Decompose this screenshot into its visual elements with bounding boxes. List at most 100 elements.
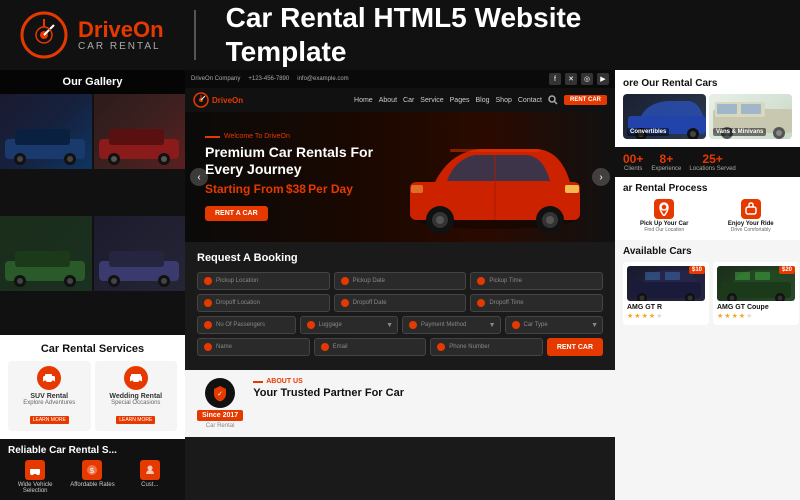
name-field[interactable]: Name <box>197 338 310 356</box>
phone-field[interactable]: Phone Number <box>430 338 543 356</box>
wedding-desc: Special Occasions <box>100 400 173 408</box>
step2-desc: Drive Comfortably <box>710 227 793 234</box>
passengers-icon <box>204 321 212 329</box>
search-icon[interactable] <box>548 95 558 105</box>
mockup-nav: DriveOn Home About Car Service Pages Blo… <box>185 88 615 112</box>
gallery-image-4[interactable] <box>94 216 186 291</box>
email-address: info@example.com <box>297 76 348 82</box>
vertical-divider <box>194 10 196 60</box>
dropoff-time-field[interactable]: Dropoff Time <box>470 294 603 312</box>
about-icon-area: ✓ Since 2017 Car Rental <box>197 378 243 429</box>
car2-rating: ★ ★ ★ ★ ★ <box>717 312 795 320</box>
youtube-icon[interactable]: ▶ <box>597 73 609 85</box>
learn-more-wedding[interactable]: LEARN MORE <box>116 416 155 424</box>
available-car-2[interactable]: $20 AMG GT Coupe <box>713 262 799 325</box>
nav-pages[interactable]: Pages <box>450 97 470 104</box>
vehicle-label: Wide Vehicle Selection <box>8 482 62 494</box>
pickup-time-field[interactable]: Pickup Time <box>470 272 603 290</box>
experience-count: 8+ <box>651 152 681 166</box>
twitter-icon[interactable]: ✕ <box>565 73 577 85</box>
nav-about[interactable]: About <box>379 97 397 104</box>
luggage-icon <box>307 321 315 329</box>
facebook-icon[interactable]: f <box>549 73 561 85</box>
about-tag: ABOUT US <box>253 378 404 385</box>
top-header: DriveOn CAR RENTAL Car Rental HTML5 Webs… <box>0 0 800 70</box>
booking-submit-button[interactable]: RENT CAR <box>547 338 603 356</box>
car-categories: Convertibles Vans & Minivans <box>623 94 792 139</box>
instagram-icon[interactable]: ◎ <box>581 73 593 85</box>
logo-text: DriveOn CAR RENTAL <box>78 19 164 52</box>
hero-cta-button[interactable]: RENT A CAR <box>205 206 268 221</box>
passengers-label: No Of Passengers <box>216 322 265 328</box>
car-type-field[interactable]: Car Type ▼ <box>505 316 604 334</box>
mockup-logo: DriveOn <box>193 92 243 108</box>
email-field[interactable]: Email <box>314 338 427 356</box>
rental-cars-title: ore Our Rental Cars <box>623 78 792 89</box>
nav-blog[interactable]: Blog <box>476 97 490 104</box>
reliable-section: Reliable Car Rental S... Wide Vehicle Se… <box>0 439 185 500</box>
locations-label: Locations Served <box>689 166 735 172</box>
gallery-title: Our Gallery <box>0 70 185 94</box>
cust-label: Cust... <box>123 482 177 488</box>
convertibles-category[interactable]: Convertibles <box>623 94 706 139</box>
payment-dropdown-arrow: ▼ <box>489 322 496 329</box>
rent-car-button[interactable]: RENT CAR <box>564 95 607 105</box>
car-type-icon <box>512 321 520 329</box>
hero-next-arrow[interactable]: › <box>592 168 610 186</box>
available-cars-list: $10 AMG GT R <box>623 262 792 325</box>
service-card-wedding[interactable]: Wedding Rental Special Occasions LEARN M… <box>95 361 178 431</box>
available-car-1[interactable]: $10 AMG GT R <box>623 262 709 325</box>
right-panel: ore Our Rental Cars Convertibles <box>615 70 800 500</box>
website-mockup: DriveOn Company +123-456-7890 info@examp… <box>185 70 615 500</box>
star2: ★ <box>724 312 730 320</box>
title-line1: Car Rental HTML5 Website <box>226 2 582 33</box>
luggage-dropdown-arrow: ▼ <box>386 322 393 329</box>
dropoff-location-label: Dropoff Location <box>216 300 260 306</box>
nav-car[interactable]: Car <box>403 97 414 104</box>
process-steps: Pick Up Your Car Find Our Location Enjoy… <box>623 199 792 234</box>
pickup-date-field[interactable]: Pickup Date <box>334 272 467 290</box>
dropoff-date-field[interactable]: Dropoff Date <box>334 294 467 312</box>
car-type-dropdown-arrow: ▼ <box>591 322 598 329</box>
luggage-label: Luggage <box>319 322 342 328</box>
stats-row: 00+ Clients 8+ Experience 25+ Locations … <box>615 147 800 177</box>
center-panel: DriveOn Company +123-456-7890 info@examp… <box>185 70 615 500</box>
about-section-title: Your Trusted Partner For Car <box>253 387 404 399</box>
passengers-field[interactable]: No Of Passengers <box>197 316 296 334</box>
pickup-location-field[interactable]: Pickup Location <box>197 272 330 290</box>
gallery-image-3[interactable] <box>0 216 92 291</box>
clients-label: Clients <box>623 166 643 172</box>
payment-icon <box>409 321 417 329</box>
dropoff-date-icon <box>341 299 349 307</box>
luggage-field[interactable]: Luggage ▼ <box>300 316 399 334</box>
dropoff-location-field[interactable]: Dropoff Location <box>197 294 330 312</box>
clients-count: 00+ <box>623 152 643 166</box>
wedding-icon <box>124 366 148 390</box>
about-text-area: ABOUT US Your Trusted Partner For Car <box>253 378 404 399</box>
nav-shop[interactable]: Shop <box>496 97 512 104</box>
gallery-image-2[interactable] <box>94 94 186 169</box>
star4: ★ <box>649 312 655 320</box>
rates-icon: $ <box>82 460 102 480</box>
name-label: Name <box>216 344 232 350</box>
learn-more-suv[interactable]: LEARN MORE <box>30 416 69 424</box>
vans-category[interactable]: Vans & Minivans <box>709 94 792 139</box>
mockup-logo-icon <box>193 92 209 108</box>
process-title: ar Rental Process <box>623 183 792 194</box>
nav-contact[interactable]: Contact <box>518 97 542 104</box>
logo-part1: Drive <box>78 17 133 42</box>
reliable-features: Wide Vehicle Selection $ Affordable Rate… <box>8 460 177 494</box>
since-badge: Since 2017 <box>197 410 243 421</box>
location-pin-icon <box>657 202 671 216</box>
nav-home[interactable]: Home <box>354 97 373 104</box>
car1-rating: ★ ★ ★ ★ ★ <box>627 312 705 320</box>
dropoff-time-icon <box>477 299 485 307</box>
price-suffix: Per Day <box>308 182 353 196</box>
hero-content: Welcome To DriveOn Premium Car Rentals F… <box>205 133 373 221</box>
service-card-suv[interactable]: SUV Rental Explore Adventures LEARN MORE <box>8 361 91 431</box>
gallery-image-1[interactable] <box>0 94 92 169</box>
mockup-logo-text: DriveOn <box>212 96 243 105</box>
rates-label: Affordable Rates <box>65 482 119 488</box>
nav-service[interactable]: Service <box>420 97 443 104</box>
payment-field[interactable]: Payment Method ▼ <box>402 316 501 334</box>
